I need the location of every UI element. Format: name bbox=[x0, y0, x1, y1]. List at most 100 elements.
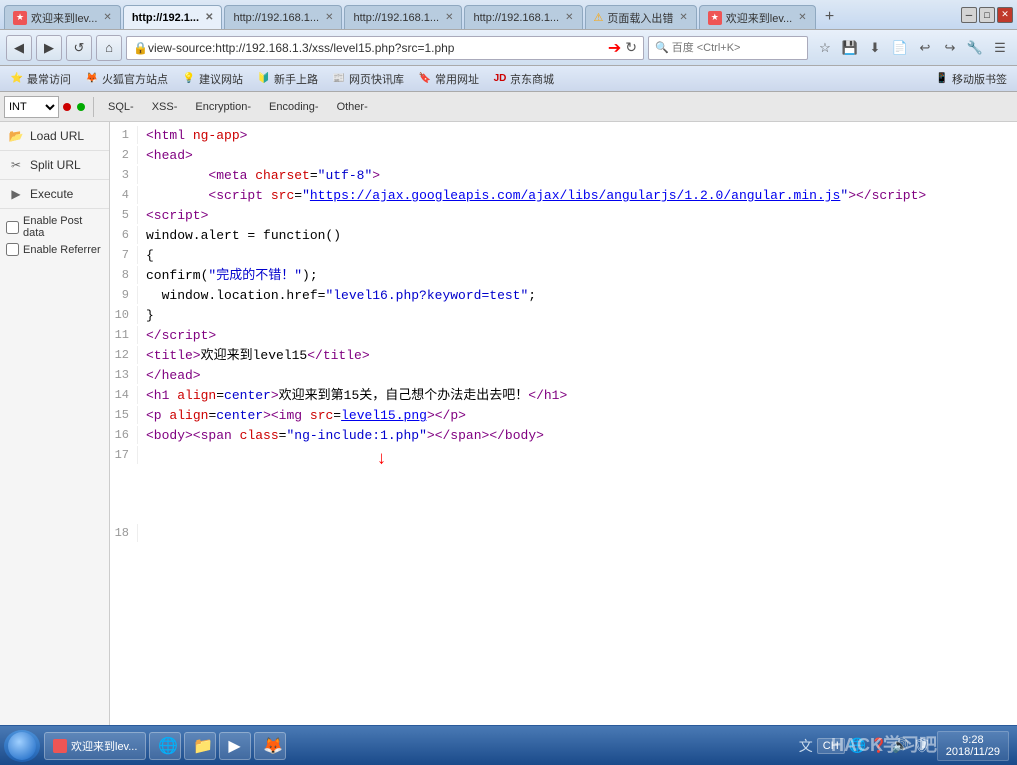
line-num-11: 11 bbox=[110, 326, 138, 344]
line-num-10: 10 bbox=[110, 306, 138, 324]
tools-icon[interactable]: 🔧 bbox=[964, 37, 986, 59]
tab5-close[interactable]: ✕ bbox=[565, 12, 573, 23]
load-url-item[interactable]: 📂 Load URL bbox=[0, 122, 109, 151]
taskbar-task-ie[interactable]: 🌐 bbox=[149, 732, 181, 760]
tab-bar: ★ 欢迎来到lev... ✕ http://192.1... ✕ http://… bbox=[4, 0, 957, 29]
tab-1[interactable]: ★ 欢迎来到lev... ✕ bbox=[4, 5, 121, 29]
tab-5[interactable]: http://192.168.1... ✕ bbox=[464, 5, 582, 29]
menu-icon[interactable]: ☰ bbox=[989, 37, 1011, 59]
back2-icon[interactable]: ↩ bbox=[914, 37, 936, 59]
title-bar: ★ 欢迎来到lev... ✕ http://192.1... ✕ http://… bbox=[0, 0, 1017, 30]
line-num-17: 17 bbox=[110, 446, 138, 464]
bm-feeds[interactable]: 📰 网页快讯库 bbox=[326, 69, 410, 89]
sql-menu[interactable]: SQL- bbox=[100, 99, 142, 115]
page-icon[interactable]: 📄 bbox=[889, 37, 911, 59]
source-line-14: 14 <h1 align=center>欢迎来到第15关，自己想个办法走出去吧！… bbox=[110, 386, 1017, 406]
media-icon: ▶ bbox=[228, 736, 240, 756]
source-line-13: 13 </head> bbox=[110, 366, 1017, 386]
tab-6[interactable]: ⚠ 页面载入出错 ✕ bbox=[585, 5, 697, 29]
encryption-menu[interactable]: Encryption- bbox=[187, 99, 259, 115]
int-select[interactable]: INT bbox=[4, 96, 59, 118]
bm-jd[interactable]: JD 京东商城 bbox=[487, 69, 560, 89]
tab-3[interactable]: http://192.168.1... ✕ bbox=[224, 5, 342, 29]
download-icon[interactable]: ⬇ bbox=[864, 37, 886, 59]
taskbar: 欢迎来到lev... 🌐 📁 ▶ 🦊 HACK学习吧 文 CH 🌐 ❓ 🔊 � bbox=[0, 725, 1017, 765]
nav-icons: ☆ 💾 ⬇ 📄 ↩ ↪ 🔧 ☰ bbox=[814, 37, 1011, 59]
forward-button[interactable]: ▶ bbox=[36, 35, 62, 61]
bm-mobile-icon: 📱 bbox=[935, 72, 949, 86]
tab3-label: http://192.168.1... bbox=[233, 12, 319, 24]
bm-mobile[interactable]: 📱 移动版书签 bbox=[929, 69, 1013, 89]
tab3-close[interactable]: ✕ bbox=[325, 12, 333, 23]
load-url-icon: 📂 bbox=[8, 128, 24, 144]
task-label: 欢迎来到lev... bbox=[71, 738, 137, 754]
bm-mobile-label: 移动版书签 bbox=[952, 71, 1007, 87]
nav-bar: ◀ ▶ ↺ ⌂ 🔒 ➔ ↻ 🔍 ☆ 💾 ⬇ 📄 ↩ ↪ 🔧 ☰ bbox=[0, 30, 1017, 66]
line-content-13: </head> bbox=[146, 366, 1017, 386]
line-content-6: window.alert = function() bbox=[146, 226, 1017, 246]
main-area: 📂 Load URL ✂ Split URL ▶ Execute Enable … bbox=[0, 122, 1017, 725]
clock-area[interactable]: 9:28 2018/11/29 bbox=[937, 731, 1009, 761]
refresh-button[interactable]: ↺ bbox=[66, 35, 92, 61]
tab4-close[interactable]: ✕ bbox=[445, 12, 453, 23]
search-input[interactable] bbox=[672, 42, 801, 54]
source-line-2: 2 <head> bbox=[110, 146, 1017, 166]
tab6-close[interactable]: ✕ bbox=[679, 12, 687, 23]
tab1-label: 欢迎来到lev... bbox=[31, 10, 97, 26]
tab-4[interactable]: http://192.168.1... ✕ bbox=[344, 5, 462, 29]
line-content-3: <meta charset="utf-8"> bbox=[146, 166, 1017, 186]
folder-icon: 📁 bbox=[193, 736, 213, 756]
bm-firefox[interactable]: 🦊 火狐官方站点 bbox=[79, 69, 174, 89]
level15-img-link[interactable]: level15.png bbox=[341, 408, 427, 423]
home-button[interactable]: ⌂ bbox=[96, 35, 122, 61]
source-line-5: 5 <script> bbox=[110, 206, 1017, 226]
address-input[interactable] bbox=[148, 41, 604, 55]
reload-icon[interactable]: ↻ bbox=[625, 39, 637, 56]
taskbar-task-folder[interactable]: 📁 bbox=[184, 732, 216, 760]
split-url-item[interactable]: ✂ Split URL bbox=[0, 151, 109, 180]
line-content-8: confirm("完成的不错！"); bbox=[146, 266, 1017, 286]
taskbar-task-firefox[interactable]: 🦊 bbox=[254, 732, 286, 760]
clock-date: 2018/11/29 bbox=[946, 746, 1000, 758]
taskbar-task-browser[interactable]: 欢迎来到lev... bbox=[44, 732, 146, 760]
line-content-12: <title>欢迎来到level15</title> bbox=[146, 346, 1017, 366]
minimize-button[interactable]: ─ bbox=[961, 7, 977, 23]
save-icon[interactable]: 💾 bbox=[839, 37, 861, 59]
encoding-menu[interactable]: Encoding- bbox=[261, 99, 327, 115]
load-url-label: Load URL bbox=[30, 129, 84, 143]
line-num-5: 5 bbox=[110, 206, 138, 224]
other-menu[interactable]: Other- bbox=[329, 99, 376, 115]
tab6-label: 页面载入出错 bbox=[607, 10, 673, 26]
new-tab-button[interactable]: + bbox=[818, 5, 842, 29]
bm-most-visited-label: 最常访问 bbox=[27, 71, 71, 87]
line-content-4: <script src="https://ajax.googleapis.com… bbox=[146, 186, 1017, 206]
close-button[interactable]: ✕ bbox=[997, 7, 1013, 23]
tab2-close[interactable]: ✕ bbox=[205, 12, 213, 23]
source-line-7: 7 { bbox=[110, 246, 1017, 266]
execute-item[interactable]: ▶ Execute bbox=[0, 180, 109, 209]
taskbar-task-media[interactable]: ▶ bbox=[219, 732, 251, 760]
tab7-close[interactable]: ✕ bbox=[798, 12, 806, 23]
bm-newbie-label: 新手上路 bbox=[274, 71, 318, 87]
forward2-icon[interactable]: ↪ bbox=[939, 37, 961, 59]
tab-2[interactable]: http://192.1... ✕ bbox=[123, 5, 223, 29]
back-button[interactable]: ◀ bbox=[6, 35, 32, 61]
bm-newbie[interactable]: 🔰 新手上路 bbox=[251, 69, 324, 89]
angular-link[interactable]: https://ajax.googleapis.com/ajax/libs/an… bbox=[310, 188, 841, 203]
left-panel: 📂 Load URL ✂ Split URL ▶ Execute Enable … bbox=[0, 122, 110, 725]
bm-common[interactable]: 🔖 常用网址 bbox=[412, 69, 485, 89]
enable-post-checkbox[interactable] bbox=[6, 221, 19, 234]
tab-7[interactable]: ★ 欢迎来到lev... ✕ bbox=[699, 5, 816, 29]
tab1-close[interactable]: ✕ bbox=[103, 12, 111, 23]
xss-menu[interactable]: XSS- bbox=[144, 99, 186, 115]
maximize-button[interactable]: □ bbox=[979, 7, 995, 23]
bookmarks-star-icon[interactable]: ☆ bbox=[814, 37, 836, 59]
bm-suggest[interactable]: 💡 建议网站 bbox=[176, 69, 249, 89]
split-url-icon: ✂ bbox=[8, 157, 24, 173]
enable-referrer-checkbox[interactable] bbox=[6, 243, 19, 256]
bm-most-visited[interactable]: ⭐ 最常访问 bbox=[4, 69, 77, 89]
bm-common-icon: 🔖 bbox=[418, 72, 432, 86]
line-num-12: 12 bbox=[110, 346, 138, 364]
start-button[interactable] bbox=[4, 730, 40, 762]
execute-label: Execute bbox=[30, 187, 73, 201]
